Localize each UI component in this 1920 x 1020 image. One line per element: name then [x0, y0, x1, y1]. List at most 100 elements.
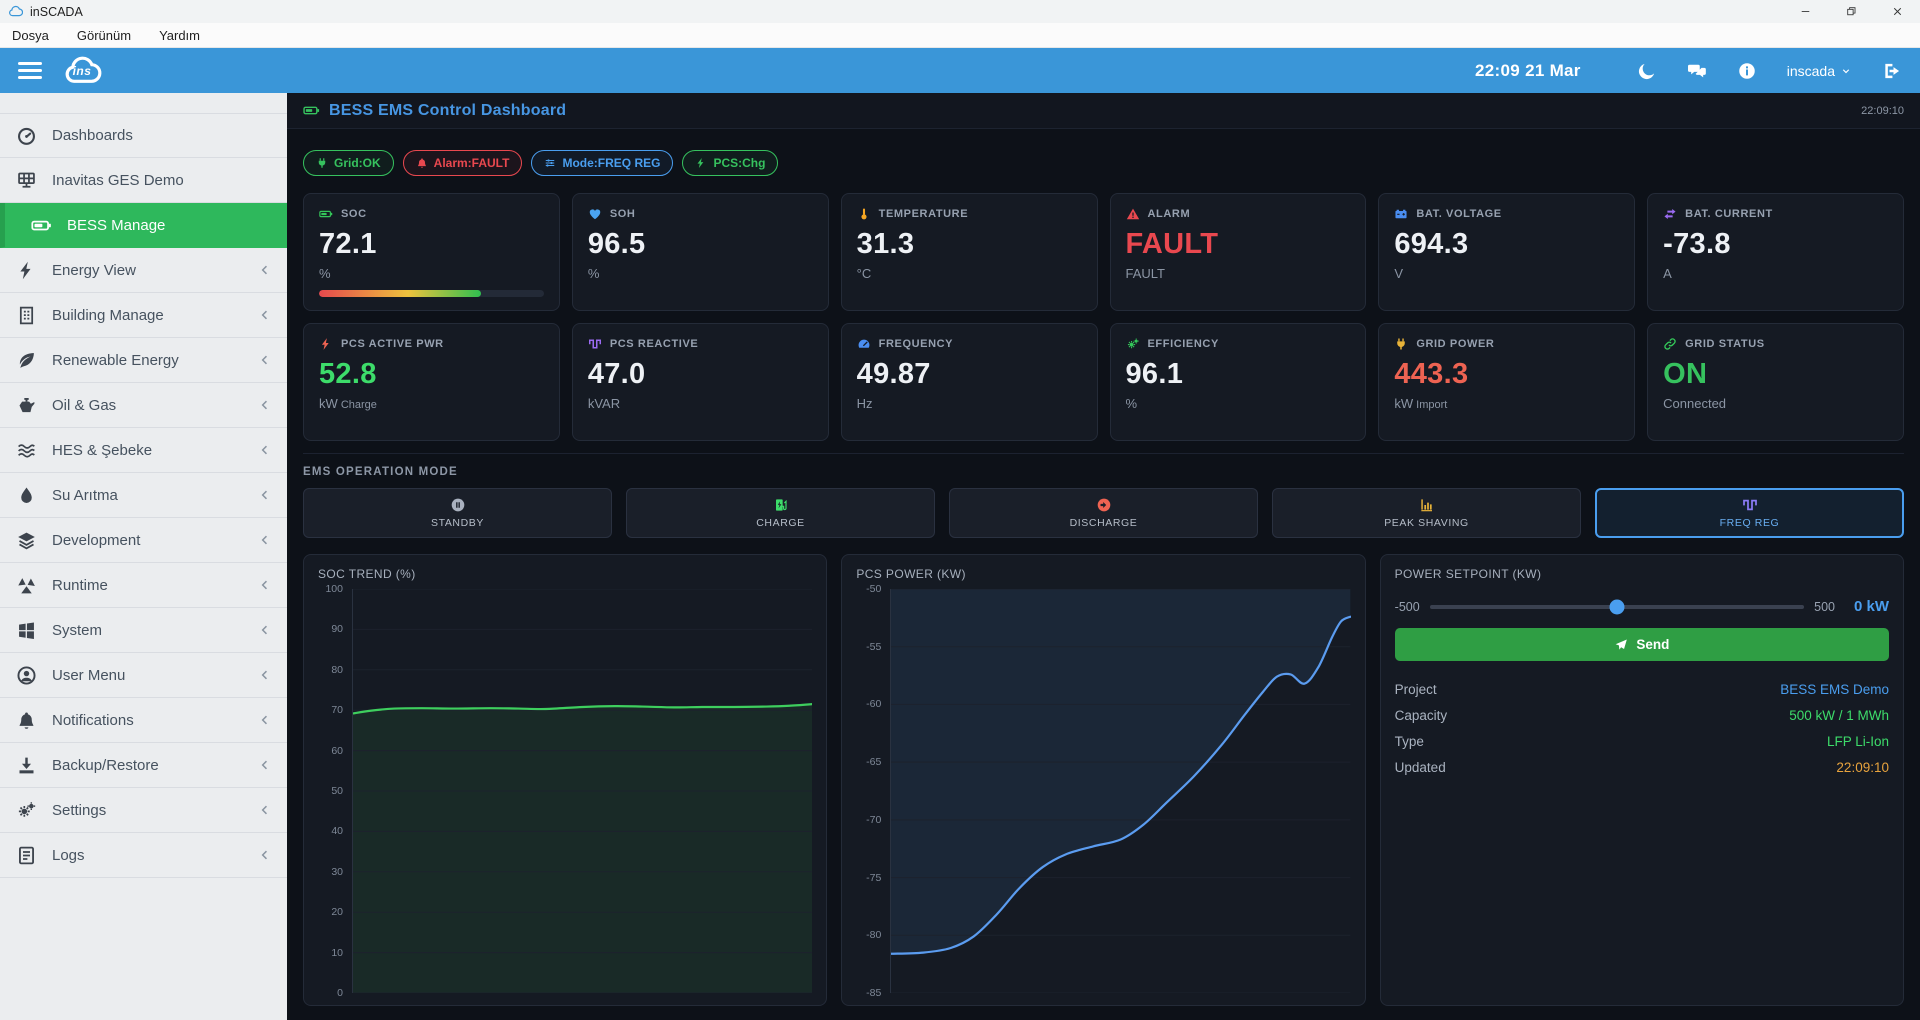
plug-icon — [316, 157, 328, 169]
info-label: Capacity — [1394, 707, 1448, 723]
sidebar-item-hes-ebeke[interactable]: HES & Şebeke — [0, 428, 287, 473]
info-label: Updated — [1394, 759, 1446, 775]
dark-mode-icon[interactable] — [1637, 61, 1657, 81]
soc-progress-bar — [319, 290, 544, 297]
mode-label: DISCHARGE — [1069, 517, 1138, 529]
leaf-icon — [16, 350, 37, 371]
chat-icon[interactable] — [1687, 61, 1707, 81]
sidebar-item-user-menu[interactable]: User Menu — [0, 653, 287, 698]
logout-icon[interactable] — [1882, 61, 1902, 81]
kpi-value: 49.87 — [856, 358, 931, 390]
pcs-power-chart — [890, 589, 1351, 993]
sidebar-item-runtime[interactable]: Runtime — [0, 563, 287, 608]
minimize-button[interactable] — [1782, 0, 1828, 23]
chevron-left-icon — [258, 398, 272, 412]
kpi-label: SOC — [319, 207, 544, 221]
ems-operation-mode-section: EMS OPERATION MODE STANDBY CHARGE DISCHARG… — [303, 453, 1904, 538]
heart-icon — [588, 207, 602, 221]
setpoint-slider[interactable] — [1429, 599, 1805, 614]
chevron-left-icon — [258, 758, 272, 772]
maximize-button[interactable] — [1828, 0, 1874, 23]
sidebar-item-oil-gas[interactable]: Oil & Gas — [0, 383, 287, 428]
badge-label: Alarm:FAULT — [433, 156, 510, 170]
mode-button-discharge[interactable]: DISCHARGE — [949, 488, 1258, 538]
kpi-label-text: ALARM — [1147, 208, 1191, 220]
pinwheel-icon — [16, 575, 37, 596]
sidebar-item-label: Runtime — [52, 576, 108, 594]
kpi-value: 96.1 — [1125, 358, 1184, 390]
chevron-left-icon — [258, 488, 272, 502]
kpi-unit: A — [1663, 266, 1672, 281]
info-value: 500 kW / 1 MWh — [1789, 707, 1889, 723]
kpi-label: EFFICIENCY — [1126, 337, 1351, 351]
kpi-value: ON — [1663, 358, 1708, 390]
kpi-card-efficiency: EFFICIENCY 96.1% — [1109, 323, 1367, 441]
kpi-label: GRID POWER — [1394, 337, 1619, 351]
sidebar-item-renewable-energy[interactable]: Renewable Energy — [0, 338, 287, 383]
sidebar-item-su-ar-tma[interactable]: Su Arıtma — [0, 473, 287, 518]
sidebar-item-label: HES & Şebeke — [52, 441, 153, 459]
windows-icon — [16, 620, 37, 641]
sidebar-item-building-manage[interactable]: Building Manage — [0, 293, 287, 338]
kpi-unit: Connected — [1663, 396, 1727, 411]
mode-button-freq-reg[interactable]: FREQ REG — [1595, 488, 1904, 538]
menu-yardim[interactable]: Yardım — [159, 28, 200, 43]
logo-text: ins — [72, 64, 92, 79]
kpi-unit: kVAR — [587, 396, 621, 411]
menu-dosya[interactable]: Dosya — [12, 28, 49, 43]
chartbar-icon — [1419, 497, 1435, 513]
info-row-type: Type LFP Li-Ion — [1395, 728, 1889, 754]
sidebar-item-system[interactable]: System — [0, 608, 287, 653]
chart-title: SOC TREND (%) — [318, 567, 416, 581]
badge-label: Grid:OK — [334, 156, 381, 170]
dashboard-clock: 22:09:10 — [1861, 104, 1904, 117]
info-row-updated: Updated 22:09:10 — [1395, 754, 1889, 780]
sidebar-item-development[interactable]: Development — [0, 518, 287, 563]
kpi-value: 31.3 — [856, 228, 915, 260]
chevron-left-icon — [258, 713, 272, 727]
mode-label: PEAK SHAVING — [1384, 517, 1469, 529]
download-icon — [16, 755, 37, 776]
kpi-unit: % — [319, 266, 331, 281]
sidebar-item-bess-manage[interactable]: BESS Manage — [0, 203, 287, 248]
sidebar-item-settings[interactable]: Settings — [0, 788, 287, 833]
kpi-card-bat-current: BAT. CURRENT -73.8 A — [1647, 193, 1904, 311]
kpi-grid: SOC 72.1% SOH 96.5% TEMPERATURE 31.3 °C ALARM FA… — [303, 193, 1904, 441]
sidebar-item-label: Logs — [52, 846, 85, 864]
badge-label: PCS:Chg — [713, 156, 766, 170]
mode-button-peak-shaving[interactable]: PEAK SHAVING — [1272, 488, 1581, 538]
logs-icon — [16, 845, 37, 866]
sidebar-item-label: System — [52, 621, 103, 639]
sidebar-item-notifications[interactable]: Notifications — [0, 698, 287, 743]
hamburger-menu-icon[interactable] — [18, 62, 42, 79]
sidebar-item-backup-restore[interactable]: Backup/Restore — [0, 743, 287, 788]
sidebar-item-energy-view[interactable]: Energy View — [0, 248, 287, 293]
kpi-label-text: SOH — [609, 208, 636, 220]
chevron-left-icon — [258, 443, 272, 457]
sidebar-item-label: Inavitas GES Demo — [52, 171, 184, 189]
mode-button-charge[interactable]: CHARGE — [626, 488, 935, 538]
sidebar-item-inavitas-ges-demo[interactable]: Inavitas GES Demo — [0, 158, 287, 203]
menu-gorunum[interactable]: Görünüm — [77, 28, 131, 43]
kpi-card-grid-status: GRID STATUS ON Connected — [1647, 323, 1904, 441]
kpi-unit: kW Import — [1394, 396, 1448, 411]
user-menu-dropdown[interactable]: inscada — [1787, 63, 1852, 79]
sidebar-item-dashboards[interactable]: Dashboards — [0, 113, 287, 158]
sidebar-item-logs[interactable]: Logs — [0, 833, 287, 878]
status-badge-pcs-chg: PCS:Chg — [682, 150, 779, 176]
sidebar-item-label: Oil & Gas — [52, 396, 117, 414]
kpi-label: SOH — [588, 207, 813, 221]
sidebar-item-label: Development — [52, 531, 141, 549]
sidebar-item-label: Energy View — [52, 261, 136, 279]
slider-knob[interactable] — [1609, 599, 1625, 614]
mode-button-standby[interactable]: STANDBY — [303, 488, 612, 538]
status-badge-alarm-fault: Alarm:FAULT — [402, 150, 523, 176]
close-button[interactable] — [1874, 0, 1920, 23]
send-button[interactable]: Send — [1394, 628, 1889, 661]
inscada-logo[interactable]: ins — [60, 52, 104, 90]
oilcan-icon — [16, 395, 37, 416]
info-icon[interactable] — [1737, 61, 1757, 81]
badge-label: Mode:FREQ REG — [562, 156, 661, 170]
kpi-label-text: SOC — [341, 208, 367, 220]
soc-progress-fill — [319, 290, 482, 297]
